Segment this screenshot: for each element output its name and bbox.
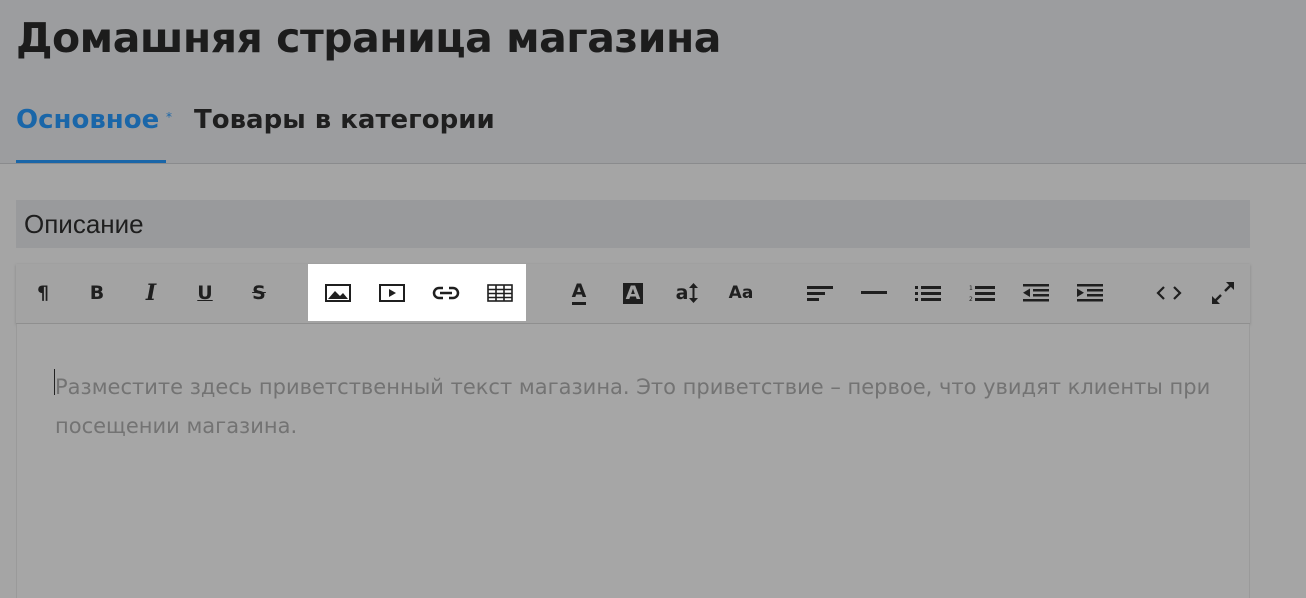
bulleted-list-icon [915, 286, 941, 301]
bold-icon: B [89, 281, 105, 304]
background-color-button[interactable]: A [618, 278, 648, 308]
underline-icon: U [197, 281, 213, 304]
outdent-button[interactable] [1021, 278, 1051, 308]
video-icon [379, 284, 405, 302]
editor-placeholder: Разместите здесь приветственный текст ма… [55, 375, 1211, 438]
align-icon [807, 286, 833, 301]
page-title: Домашняя страница магазина [16, 14, 721, 62]
description-label: Описание [24, 209, 144, 239]
insert-video-button[interactable] [377, 278, 407, 308]
tab-main-modified-mark: * [166, 110, 172, 124]
font-size-glyph: a [675, 281, 689, 304]
editor-toolbar: ¶ B I U S A A a Aa 1 2 [16, 264, 1250, 324]
tab-main[interactable]: Основное * [16, 104, 172, 163]
text-color-icon: A [571, 281, 587, 305]
code-view-icon [1156, 286, 1182, 300]
indent-icon [1077, 284, 1103, 302]
svg-text:2: 2 [969, 296, 973, 302]
strikethrough-button[interactable]: S [244, 278, 274, 308]
background-color-icon: A [622, 282, 644, 304]
indent-button[interactable] [1075, 278, 1105, 308]
tab-main-label: Основное [16, 105, 160, 135]
table-icon [487, 284, 513, 302]
code-view-button[interactable] [1154, 278, 1184, 308]
fullscreen-icon [1212, 282, 1234, 304]
tab-category-products-label: Товары в категории [194, 105, 495, 135]
font-family-button[interactable]: Aa [726, 278, 756, 308]
insert-image-button[interactable] [323, 278, 353, 308]
page-header: Домашняя страница магазина Основное * То… [0, 0, 1306, 164]
numbered-list-icon: 1 2 [969, 285, 995, 302]
font-size-button[interactable]: a [672, 278, 702, 308]
horizontal-line-button[interactable] [859, 278, 889, 308]
underline-button[interactable]: U [190, 278, 220, 308]
strikethrough-icon: S [252, 281, 266, 304]
image-icon [325, 284, 351, 302]
horizontal-line-icon [861, 291, 887, 294]
font-family-icon: Aa [728, 282, 754, 303]
insert-table-button[interactable] [485, 278, 515, 308]
link-icon [432, 286, 460, 300]
fullscreen-button[interactable] [1208, 278, 1238, 308]
font-size-icon: a [676, 283, 699, 303]
svg-text:1: 1 [969, 285, 973, 292]
italic-icon: I [145, 280, 157, 306]
insert-link-button[interactable] [431, 278, 461, 308]
paragraph-button[interactable]: ¶ [28, 278, 58, 308]
description-section-header: Описание [16, 200, 1250, 248]
paragraph-icon: ¶ [36, 281, 50, 304]
outdent-icon [1023, 284, 1049, 302]
bulleted-list-button[interactable] [913, 278, 943, 308]
text-color-button[interactable]: A [564, 278, 594, 308]
bold-button[interactable]: B [82, 278, 112, 308]
description-editor[interactable]: Разместите здесь приветственный текст ма… [16, 324, 1250, 598]
italic-button[interactable]: I [136, 278, 166, 308]
align-button[interactable] [805, 278, 835, 308]
updown-arrow-icon [689, 283, 699, 303]
numbered-list-button[interactable]: 1 2 [967, 278, 997, 308]
